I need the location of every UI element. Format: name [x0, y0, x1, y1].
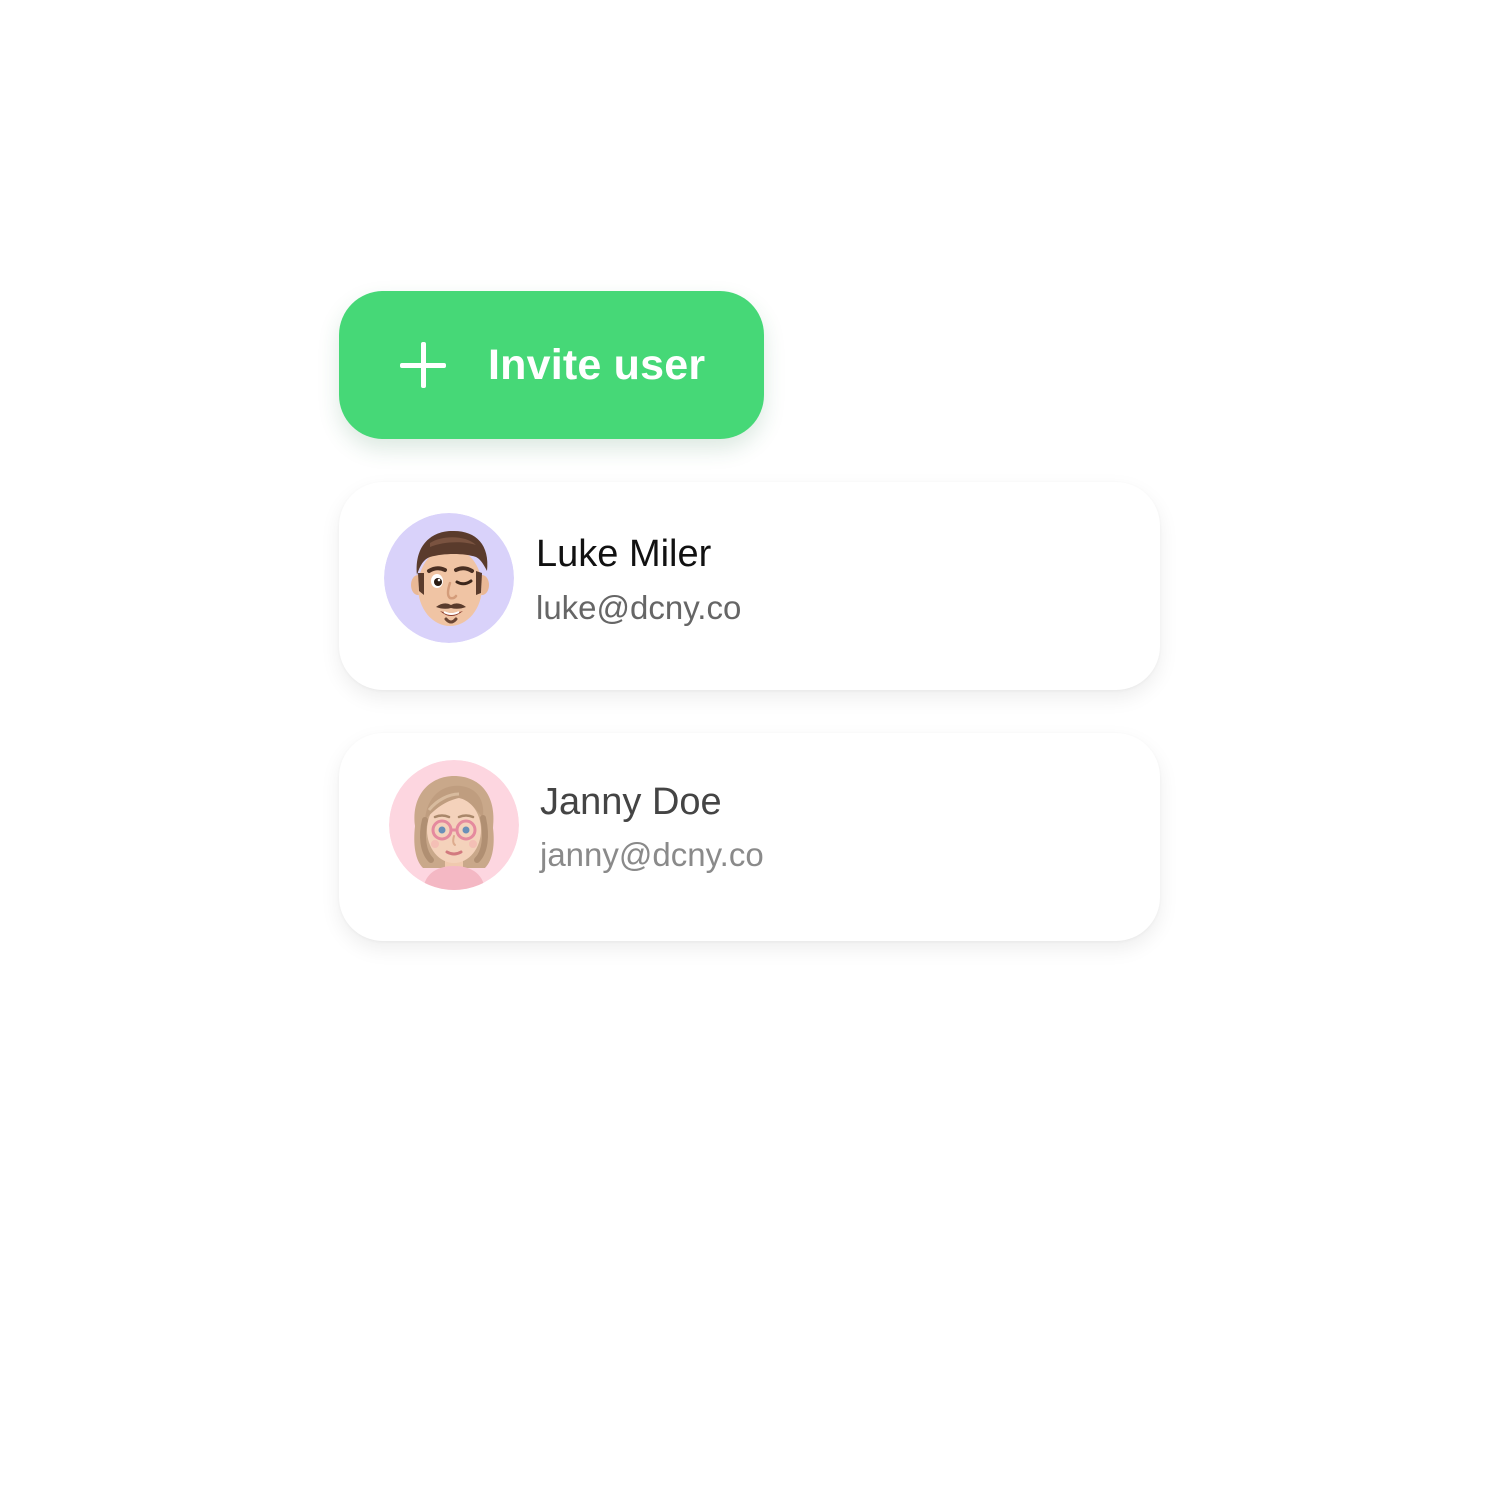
user-card-luke[interactable]: Luke Miler luke@dcny.co — [339, 482, 1160, 690]
user-management-panel: Invite user Luke Miler luke@dcny.co Jann… — [0, 0, 1500, 1500]
invite-user-label: Invite user — [488, 340, 706, 389]
user-email: janny@dcny.co — [540, 836, 764, 873]
avatar — [384, 513, 514, 643]
plus-icon — [400, 342, 446, 388]
user-email: luke@dcny.co — [536, 589, 742, 626]
invite-user-button[interactable]: Invite user — [339, 291, 764, 439]
user-name: Janny Doe — [540, 781, 722, 823]
user-card-janny[interactable]: Janny Doe janny@dcny.co — [339, 733, 1160, 941]
avatar — [389, 760, 519, 890]
user-name: Luke Miler — [536, 533, 712, 575]
